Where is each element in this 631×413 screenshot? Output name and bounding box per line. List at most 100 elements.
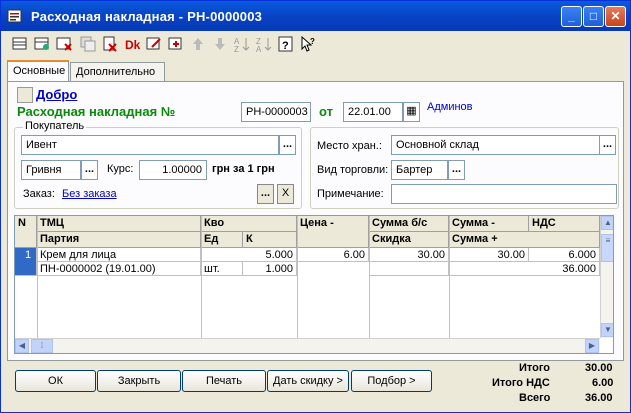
maximize-button[interactable]: □ <box>583 6 604 27</box>
move-up-icon[interactable] <box>189 35 207 53</box>
col-unit-header[interactable]: Ед <box>201 232 243 248</box>
col-sum-header[interactable]: Сумма - <box>449 216 529 232</box>
mark-delete-icon[interactable] <box>101 35 119 53</box>
tab-additional[interactable]: Дополнительно <box>70 62 165 82</box>
rate-label: Курс: <box>107 163 134 175</box>
trade-field[interactable]: Бартер <box>391 160 448 180</box>
col-vat-header[interactable]: НДС <box>529 216 600 232</box>
doc-number-field[interactable]: РН-0000003 <box>241 102 311 122</box>
status-link[interactable]: Добро <box>36 87 77 102</box>
place-select-button[interactable]: ... <box>599 135 616 155</box>
app-icon <box>7 8 23 24</box>
move-down-icon[interactable] <box>211 35 229 53</box>
col-qty-header[interactable]: Кво <box>201 216 297 232</box>
table-cell-unit[interactable]: шт. <box>201 262 243 276</box>
buyer-group-label: Покупатель <box>23 120 87 132</box>
table-cell-vat[interactable]: 6.000 <box>529 248 600 262</box>
tab-main[interactable]: Основные <box>7 60 69 82</box>
clone-icon[interactable] <box>79 35 97 53</box>
table-cell-sum[interactable]: 30.00 <box>449 248 529 262</box>
vat-total-label: Итого НДС <box>492 377 550 389</box>
col-price-header[interactable]: Цена - <box>297 216 369 248</box>
currency-field[interactable]: Гривня <box>21 160 81 180</box>
note-label: Примечание: <box>317 188 384 200</box>
scroll-thumb[interactable]: ≡ <box>601 234 613 262</box>
svg-text:?: ? <box>282 40 289 52</box>
trade-select-button[interactable]: ... <box>448 160 465 180</box>
scroll-left-icon[interactable]: ◀ <box>15 339 29 353</box>
order-clear-button[interactable]: X <box>277 184 294 204</box>
table-cell-price[interactable]: 6.00 <box>297 248 369 262</box>
table-cell-sum-no-vat[interactable]: 30.00 <box>369 248 449 262</box>
from-label: от <box>319 104 333 119</box>
total-value: 30.00 <box>585 362 613 374</box>
table-row-number[interactable]: 1 <box>15 248 37 276</box>
window-title: Расходная накладная - РН-0000003 <box>31 9 263 24</box>
order-link[interactable]: Без заказа <box>62 188 117 200</box>
col-discount-header[interactable]: Скидка <box>369 232 449 248</box>
grand-total-value: 36.00 <box>585 392 613 404</box>
order-label: Заказ: <box>23 188 55 200</box>
unmark-icon[interactable]: Dk <box>123 35 141 53</box>
vat-total-value: 6.00 <box>592 377 614 389</box>
scroll-down-icon[interactable]: ▼ <box>601 323 613 337</box>
scroll-up-icon[interactable]: ▲ <box>601 216 613 230</box>
svg-text:Z: Z <box>234 45 239 53</box>
doc-title: Расходная накладная № <box>17 104 176 119</box>
items-table[interactable]: N ТМЦ Партия Кво Ед К Цена - Сумма б/с С… <box>14 215 614 354</box>
total-label: Итого <box>519 362 551 374</box>
table-cell-discount[interactable] <box>369 262 449 276</box>
place-field[interactable]: Основной склад <box>391 135 600 155</box>
col-k-header[interactable]: К <box>243 232 297 248</box>
col-sum-no-vat-header[interactable]: Сумма б/с <box>369 216 449 232</box>
edit-row-icon[interactable] <box>145 35 163 53</box>
copy-row-icon[interactable] <box>33 35 51 53</box>
find-icon[interactable] <box>167 35 185 53</box>
doc-date-field[interactable]: 22.01.00 <box>343 102 403 122</box>
customer-field[interactable]: Ивент <box>21 135 279 155</box>
help-icon[interactable]: ? <box>277 35 295 53</box>
table-cell-total[interactable]: 36.000 <box>449 262 600 276</box>
svg-text:A: A <box>256 45 262 53</box>
table-cell-item[interactable]: Крем для лица <box>37 248 201 262</box>
trade-label: Вид торговли: <box>317 164 389 176</box>
ok-button[interactable]: ОК <box>15 370 96 392</box>
rate-unit-label: грн за 1 грн <box>212 163 275 175</box>
whats-this-icon[interactable]: ? <box>299 35 317 53</box>
table-cell-k[interactable]: 1.000 <box>243 262 297 276</box>
calendar-icon[interactable]: ▦ <box>403 102 420 122</box>
svg-text:?: ? <box>310 37 315 46</box>
order-select-button[interactable]: ... <box>257 184 274 204</box>
customer-select-button[interactable]: ... <box>279 135 296 155</box>
discount-button[interactable]: Дать скидку > <box>267 370 349 392</box>
col-sum-plus-header[interactable]: Сумма + <box>449 232 600 248</box>
close-button[interactable]: Закрыть <box>97 370 181 392</box>
close-window-button[interactable]: ✕ <box>605 6 626 27</box>
table-cell-batch[interactable]: ПН-0000002 (19.01.00) <box>37 262 201 276</box>
new-row-icon[interactable] <box>11 35 29 53</box>
sort-asc-icon[interactable]: AZ <box>233 35 251 54</box>
author-label: Админов <box>427 101 473 113</box>
vertical-scrollbar[interactable]: ▲ ≡ ▼ <box>600 216 613 338</box>
sort-desc-icon[interactable]: ZA <box>255 35 273 54</box>
title-bar[interactable]: Расходная накладная - РН-0000003 _ □ ✕ <box>1 1 630 31</box>
note-field[interactable] <box>391 184 617 204</box>
currency-select-button[interactable]: ... <box>81 160 98 180</box>
select-button[interactable]: Подбор > <box>351 370 432 392</box>
rate-field[interactable]: 1.00000 <box>139 160 207 180</box>
scroll-right-icon[interactable]: ▶ <box>585 339 599 353</box>
delete-row-icon[interactable] <box>55 35 73 53</box>
document-window: Расходная накладная - РН-0000003 _ □ ✕ D… <box>0 0 631 413</box>
status-checkbox[interactable] <box>17 87 33 103</box>
grand-total-label: Всего <box>519 392 551 404</box>
print-button[interactable]: Печать <box>182 370 266 392</box>
table-cell-qty[interactable]: 5.000 <box>201 248 297 262</box>
horizontal-scrollbar[interactable]: ◀ ⁞ ▶ <box>15 338 600 353</box>
col-item-header[interactable]: ТМЦ <box>37 216 201 232</box>
svg-text:Dk: Dk <box>125 38 141 52</box>
col-n-header[interactable]: N <box>15 216 37 248</box>
toolbar: Dk AZ ZA ? ? <box>3 32 628 56</box>
minimize-button[interactable]: _ <box>561 6 582 27</box>
col-batch-header[interactable]: Партия <box>37 232 201 248</box>
hscroll-thumb[interactable]: ⁞ <box>31 339 53 353</box>
